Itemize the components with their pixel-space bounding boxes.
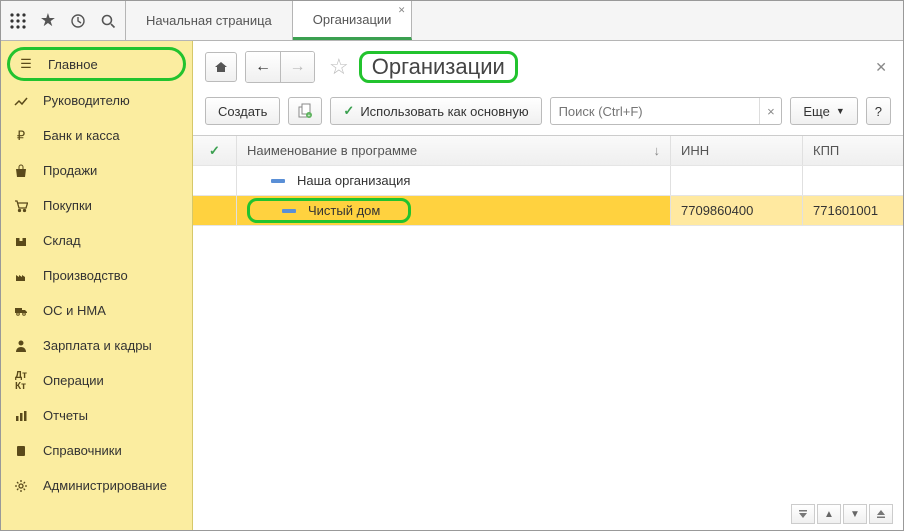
sidebar-item-label: Главное xyxy=(48,57,98,72)
button-label: Использовать как основную xyxy=(360,104,528,119)
ruble-icon: ₽ xyxy=(13,128,29,144)
sidebar-item-warehouse[interactable]: Склад xyxy=(1,223,192,258)
sidebar-item-directories[interactable]: Справочники xyxy=(1,433,192,468)
sidebar-item-label: Администрирование xyxy=(43,478,167,493)
operations-icon: ДтКт xyxy=(13,373,29,389)
forward-button[interactable]: → xyxy=(280,52,314,82)
cart-icon xyxy=(13,198,29,214)
menu-icon: ☰ xyxy=(18,56,34,72)
home-button[interactable] xyxy=(205,52,237,82)
sidebar-item-admin[interactable]: Администрирование xyxy=(1,468,192,503)
sidebar-item-label: Руководителю xyxy=(43,93,130,108)
row-marker-icon xyxy=(282,209,296,213)
gear-icon xyxy=(13,478,29,494)
sidebar-item-label: Справочники xyxy=(43,443,122,458)
column-kpp[interactable]: КПП xyxy=(803,136,903,165)
sidebar-item-purchases[interactable]: Покупки xyxy=(1,188,192,223)
table-row[interactable]: Наша организация xyxy=(193,166,903,196)
sidebar-item-reports[interactable]: Отчеты xyxy=(1,398,192,433)
sidebar-item-operations[interactable]: ДтКт Операции xyxy=(1,363,192,398)
nav-up-button[interactable]: ▲ xyxy=(817,504,841,524)
help-button[interactable]: ? xyxy=(866,97,891,125)
button-label: Еще xyxy=(803,104,829,119)
box-icon xyxy=(13,233,29,249)
back-button[interactable]: ← xyxy=(246,52,280,82)
nav-last-button[interactable] xyxy=(869,504,893,524)
table-header: ✓ Наименование в программе↓ ИНН КПП xyxy=(193,136,903,166)
factory-icon xyxy=(13,268,29,284)
nav-first-button[interactable] xyxy=(791,504,815,524)
sidebar-item-manager[interactable]: Руководителю xyxy=(1,83,192,118)
nav-down-button[interactable]: ▼ xyxy=(843,504,867,524)
sidebar-item-production[interactable]: Производство xyxy=(1,258,192,293)
page-title: Организации xyxy=(359,51,518,83)
tab-organizations[interactable]: Организации ✕ xyxy=(293,1,413,40)
copy-button[interactable]: + xyxy=(288,97,322,125)
column-inn[interactable]: ИНН xyxy=(671,136,803,165)
more-button[interactable]: Еще ▼ xyxy=(790,97,857,125)
book-icon xyxy=(13,443,29,459)
sidebar-item-label: Банк и касса xyxy=(43,128,120,143)
sidebar-item-label: Покупки xyxy=(43,198,92,213)
sidebar-item-label: Производство xyxy=(43,268,128,283)
organizations-table: ✓ Наименование в программе↓ ИНН КПП Наша… xyxy=(193,135,903,226)
close-icon[interactable]: ✕ xyxy=(398,5,406,16)
sidebar-item-label: Операции xyxy=(43,373,104,388)
cell-name: Чистый дом xyxy=(308,203,380,218)
chevron-down-icon: ▼ xyxy=(836,106,845,116)
sidebar-item-label: ОС и НМА xyxy=(43,303,106,318)
sidebar-item-assets[interactable]: ОС и НМА xyxy=(1,293,192,328)
bars-icon xyxy=(13,408,29,424)
tab-home[interactable]: Начальная страница xyxy=(126,1,293,40)
bag-icon xyxy=(13,163,29,179)
truck-icon xyxy=(13,303,29,319)
person-icon xyxy=(13,338,29,354)
sidebar-item-label: Зарплата и кадры xyxy=(43,338,152,353)
column-name[interactable]: Наименование в программе↓ xyxy=(237,136,671,165)
clear-search-button[interactable]: × xyxy=(759,98,781,124)
sidebar-item-main[interactable]: ☰ Главное xyxy=(7,47,186,81)
table-nav: ▲ ▼ xyxy=(791,504,893,524)
sidebar: ☰ Главное Руководителю ₽ Банк и касса Прод… xyxy=(1,41,193,530)
chart-up-icon xyxy=(13,93,29,109)
button-label: ? xyxy=(875,104,882,119)
sidebar-item-label: Продажи xyxy=(43,163,97,178)
page-close-button[interactable]: ✕ xyxy=(875,59,891,76)
star-icon[interactable]: ★ xyxy=(39,12,57,30)
tab-label: Начальная страница xyxy=(146,13,272,28)
tab-label: Организации xyxy=(313,12,392,27)
search-field[interactable]: × xyxy=(550,97,783,125)
svg-text:+: + xyxy=(308,113,311,119)
sidebar-item-label: Отчеты xyxy=(43,408,88,423)
favorite-star-icon[interactable]: ☆ xyxy=(329,54,349,80)
button-label: Создать xyxy=(218,104,267,119)
apps-icon[interactable] xyxy=(9,12,27,30)
history-icon[interactable] xyxy=(69,12,87,30)
row-marker-icon xyxy=(271,179,285,183)
sidebar-item-sales[interactable]: Продажи xyxy=(1,153,192,188)
use-as-main-button[interactable]: ✓ Использовать как основную xyxy=(330,97,541,125)
check-icon: ✓ xyxy=(209,143,220,159)
sidebar-item-label: Склад xyxy=(43,233,81,248)
sort-asc-icon: ↓ xyxy=(654,143,661,158)
cell-kpp: 771601001 xyxy=(813,203,878,218)
sidebar-item-bank[interactable]: ₽ Банк и касса xyxy=(1,118,192,153)
cell-inn: 7709860400 xyxy=(681,203,753,218)
search-icon[interactable] xyxy=(99,12,117,30)
sidebar-item-salary[interactable]: Зарплата и кадры xyxy=(1,328,192,363)
create-button[interactable]: Создать xyxy=(205,97,280,125)
check-icon: ✓ xyxy=(343,103,354,119)
table-row[interactable]: Чистый дом 7709860400 771601001 xyxy=(193,196,903,226)
search-input[interactable] xyxy=(551,104,760,119)
cell-name: Наша организация xyxy=(297,173,410,188)
